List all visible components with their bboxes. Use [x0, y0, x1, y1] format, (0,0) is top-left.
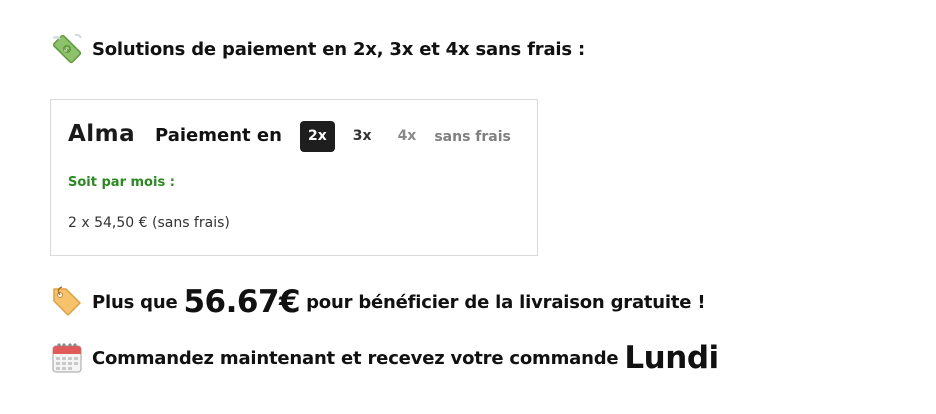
delivery-text: Commandez maintenant et recevez votre co… — [92, 347, 619, 369]
free-shipping-notice: Plus que 56.67€ pour bénéficier de la li… — [50, 284, 706, 320]
calendar-icon — [50, 341, 84, 375]
shipping-prefix: Plus que — [92, 291, 178, 313]
delivery-day: Lundi — [624, 340, 719, 376]
option-4x[interactable]: 4x — [390, 121, 425, 152]
alma-logo: Alma — [68, 121, 136, 147]
payment-label: Paiement en — [155, 125, 282, 146]
monthly-detail: 2 x 54,50 € (sans frais) — [68, 215, 230, 231]
monthly-label: Soit par mois : — [68, 175, 175, 190]
alma-payment-widget: Alma Paiement en 2x 3x 4x sans frais Soi… — [50, 99, 538, 256]
money-with-wings-icon: $ — [50, 32, 84, 66]
delivery-notice: Commandez maintenant et recevez votre co… — [50, 340, 725, 376]
option-2x[interactable]: 2x — [300, 121, 335, 152]
payment-solutions-heading: $ Solutions de paiement en 2x, 3x et 4x … — [50, 32, 585, 66]
payment-solutions-text: Solutions de paiement en 2x, 3x et 4x sa… — [92, 38, 585, 60]
installment-options: 2x 3x 4x sans frais — [300, 121, 511, 152]
no-fees-note: sans frais — [434, 128, 511, 145]
label-tag-icon — [50, 285, 84, 319]
remaining-amount: 56.67€ — [183, 284, 301, 320]
shipping-suffix: pour bénéficier de la livraison gratuite… — [306, 291, 706, 313]
option-3x[interactable]: 3x — [345, 121, 380, 152]
